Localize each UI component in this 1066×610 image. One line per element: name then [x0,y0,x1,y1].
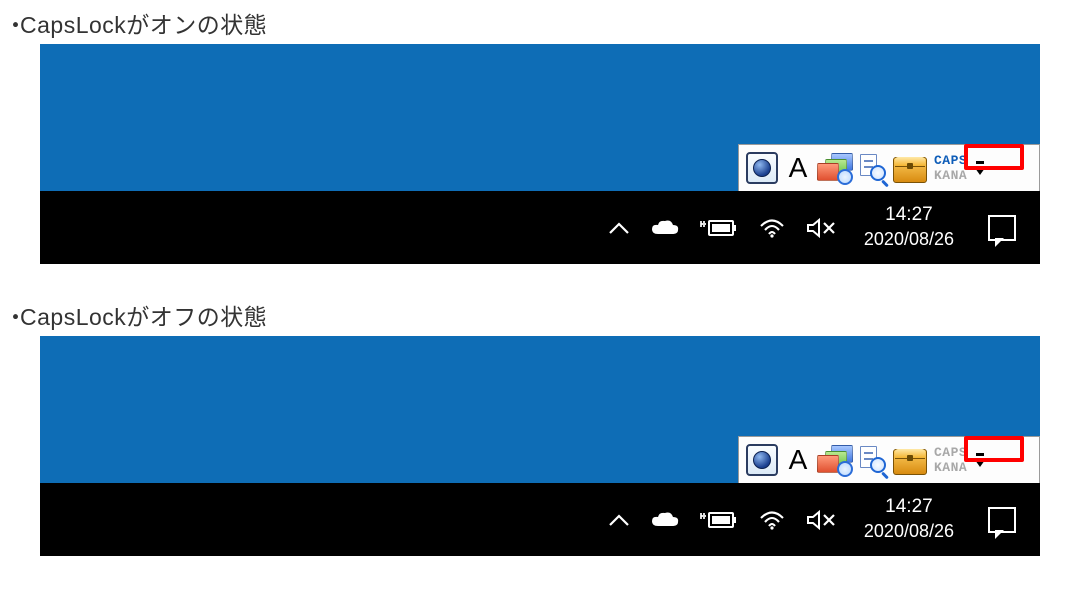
power-battery-icon[interactable] [700,510,738,530]
screenshot: A CAPS KANA [40,44,1040,264]
clock-time: 14:27 [864,203,954,228]
language-bar-options[interactable] [976,161,985,175]
kana-indicator: KANA [933,461,968,475]
options-dropdown-icon[interactable] [975,460,985,467]
volume-muted-icon[interactable] [806,217,836,239]
screenshot: A CAPS KANA [40,336,1040,556]
clock-time: 14:27 [864,495,954,520]
example-capslock-on: CapsLockがオンの状態 A [0,6,1066,264]
ime-language-bar[interactable]: A CAPS KANA [738,144,1040,191]
taskbar-clock[interactable]: 14:27 2020/08/26 [856,495,962,543]
options-dropdown-icon[interactable] [975,168,985,175]
language-bar-options[interactable] [976,453,985,467]
toolbox-icon[interactable] [893,443,927,477]
taskbar[interactable]: 14:27 2020/08/26 [40,483,1040,556]
wifi-icon[interactable] [758,509,786,531]
volume-muted-icon[interactable] [806,509,836,531]
minimize-handle[interactable] [976,453,984,456]
taskbar[interactable]: 14:27 2020/08/26 [40,191,1040,264]
toolbox-icon[interactable] [893,151,927,185]
lock-status-indicators: CAPS KANA [933,154,968,183]
ime-logo-icon[interactable] [745,443,779,477]
input-mode-button[interactable]: A [783,443,813,477]
caption: CapsLockがオンの状態 [0,6,1066,40]
caps-indicator: CAPS [933,446,968,460]
ime-pad-icon[interactable] [817,151,851,185]
input-mode-button[interactable]: A [783,151,813,185]
taskbar-clock[interactable]: 14:27 2020/08/26 [856,203,962,251]
system-tray[interactable] [608,509,836,531]
ime-language-bar[interactable]: A CAPS KANA [738,436,1040,483]
desktop-area: A CAPS KANA [40,44,1040,191]
action-center-icon[interactable] [988,507,1016,533]
action-center-icon[interactable] [988,215,1016,241]
ime-pad-icon[interactable] [817,443,851,477]
clock-date: 2020/08/26 [864,228,954,251]
tray-overflow-icon[interactable] [608,513,630,527]
example-capslock-off: CapsLockがオフの状態 A [0,298,1066,556]
caption: CapsLockがオフの状態 [0,298,1066,332]
caps-indicator: CAPS [933,154,968,168]
tray-overflow-icon[interactable] [608,221,630,235]
lock-status-indicators: CAPS KANA [933,446,968,475]
clock-date: 2020/08/26 [864,520,954,543]
onedrive-cloud-icon[interactable] [650,218,680,238]
dictionary-tool-icon[interactable] [855,443,889,477]
ime-logo-icon[interactable] [745,151,779,185]
minimize-handle[interactable] [976,161,984,164]
onedrive-cloud-icon[interactable] [650,510,680,530]
kana-indicator: KANA [933,169,968,183]
wifi-icon[interactable] [758,217,786,239]
system-tray[interactable] [608,217,836,239]
desktop-area: A CAPS KANA [40,336,1040,483]
power-battery-icon[interactable] [700,218,738,238]
dictionary-tool-icon[interactable] [855,151,889,185]
